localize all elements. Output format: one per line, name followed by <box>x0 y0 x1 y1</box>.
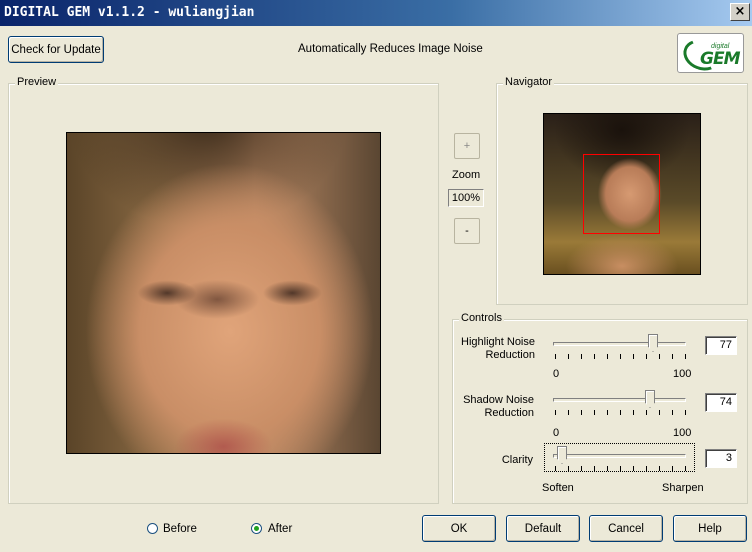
navigator-view-rect[interactable] <box>583 154 660 234</box>
shadow-noise-label: Shadow Noise Reduction <box>439 394 534 420</box>
zoom-out-button[interactable]: - <box>454 218 480 244</box>
close-button[interactable]: × <box>730 3 750 21</box>
ok-label: OK <box>450 522 468 535</box>
preview-image[interactable] <box>66 132 381 454</box>
zoom-in-label: + <box>463 140 471 152</box>
before-radio[interactable] <box>147 523 158 534</box>
shadow-noise-max: 100 <box>673 427 692 439</box>
highlight-noise-ticks <box>555 354 686 359</box>
ok-button[interactable]: OK <box>422 515 496 542</box>
after-radio-label[interactable]: After <box>268 523 292 535</box>
clarity-max-label: Sharpen <box>662 482 704 494</box>
highlight-noise-label: Highlight Noise Reduction <box>440 336 535 362</box>
check-for-update-label: Check for Update <box>11 43 101 56</box>
before-radio-label[interactable]: Before <box>163 523 197 535</box>
shadow-noise-label-line2: Reduction <box>484 407 534 419</box>
shadow-noise-ticks <box>555 410 686 415</box>
zoom-in-button[interactable]: + <box>454 133 480 159</box>
help-button[interactable]: Help <box>673 515 747 542</box>
clarity-value[interactable]: 3 <box>705 449 737 468</box>
highlight-noise-value[interactable]: 77 <box>705 336 737 355</box>
default-label: Default <box>524 522 562 535</box>
zoom-value: 100% <box>448 189 484 207</box>
tagline: Automatically Reduces Image Noise <box>298 43 483 55</box>
cancel-label: Cancel <box>608 522 644 535</box>
after-label-text: After <box>268 523 293 535</box>
cancel-button[interactable]: Cancel <box>589 515 663 542</box>
shadow-noise-value[interactable]: 74 <box>705 393 737 412</box>
shadow-noise-min: 0 <box>553 427 560 439</box>
before-label-text: Before <box>163 523 197 535</box>
controls-group-label: Controls <box>459 312 504 324</box>
window-title: DIGITAL GEM v1.1.2 - wuliangjian <box>4 5 255 20</box>
clarity-min-label: Soften <box>542 482 574 494</box>
after-radio[interactable] <box>251 523 262 534</box>
highlight-noise-max: 100 <box>673 368 692 380</box>
clarity-ticks <box>555 466 686 471</box>
highlight-noise-min: 0 <box>553 368 560 380</box>
logo-text: GEM <box>700 49 740 69</box>
navigator-group-label: Navigator <box>503 76 555 88</box>
zoom-label: Zoom <box>452 169 481 181</box>
help-label: Help <box>698 522 722 535</box>
clarity-track[interactable] <box>553 454 686 458</box>
clarity-label: Clarity <box>501 454 533 466</box>
highlight-noise-track[interactable] <box>553 342 686 346</box>
default-button[interactable]: Default <box>506 515 580 542</box>
highlight-noise-label-line2: Reduction <box>485 349 535 361</box>
shadow-noise-track[interactable] <box>553 398 686 402</box>
digital-gem-logo: digital GEM <box>677 33 744 76</box>
highlight-noise-label-line1: Highlight Noise <box>461 336 535 348</box>
title-bar: DIGITAL GEM v1.1.2 - wuliangjian <box>0 0 752 26</box>
check-for-update-button[interactable]: Check for Update <box>8 36 104 63</box>
shadow-noise-label-line1: Shadow Noise <box>463 394 534 406</box>
navigator-thumbnail[interactable] <box>543 113 701 275</box>
zoom-out-label: - <box>465 225 469 237</box>
preview-group-label: Preview <box>15 76 59 88</box>
